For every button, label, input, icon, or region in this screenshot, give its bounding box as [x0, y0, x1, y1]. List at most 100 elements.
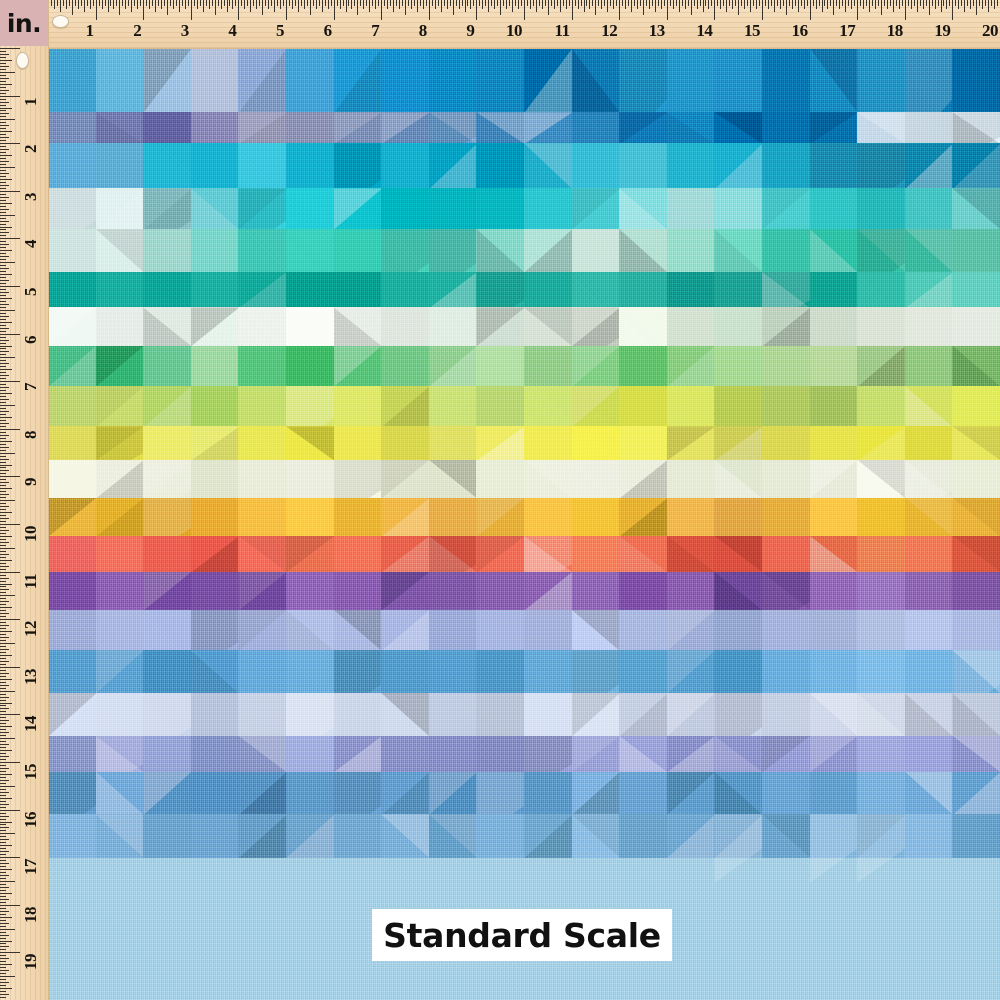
- mosaic-cell: [476, 814, 525, 859]
- mosaic-cell: [238, 459, 287, 499]
- ruler-tick: [583, 0, 585, 12]
- ruler-tick: [494, 0, 496, 9]
- ruler-tick: [0, 345, 12, 347]
- ruler-tick: [0, 92, 6, 94]
- ruler-tick: [0, 348, 6, 350]
- ruler-tick: [0, 791, 9, 793]
- ruler-tick: [333, 0, 335, 20]
- ruler-tick: [0, 845, 12, 847]
- fabric-swatch-preview: Standard Scale 1 2 3 4 5 6 7 8 9 10 11 12 13 14 15 16 17…: [0, 0, 1000, 1000]
- mosaic-cell: [714, 497, 763, 537]
- ruler-tick: [645, 0, 647, 6]
- ruler-tick: [265, 0, 267, 6]
- ruler-tick: [693, 0, 695, 6]
- ruler-tick: [0, 824, 6, 826]
- ruler-tick: [0, 452, 15, 454]
- scale-label-text: Standard Scale: [383, 915, 661, 955]
- ruler-tick: [550, 0, 552, 6]
- ruler-tick: [0, 277, 6, 279]
- ruler-tick: [375, 0, 377, 9]
- ruler-tick: [0, 622, 6, 624]
- mosaic-cell: [48, 535, 97, 573]
- ruler-number: 6: [323, 21, 333, 40]
- ruler-tick: [0, 312, 6, 314]
- ruler-tick: [562, 0, 564, 6]
- mosaic-cell: [238, 345, 287, 387]
- ruler-tick: [244, 0, 246, 9]
- ruler-tick: [342, 0, 344, 6]
- ruler-tick: [0, 336, 6, 338]
- ruler-tick: [193, 0, 195, 6]
- ruler-tick: [607, 0, 609, 12]
- mosaic-cell: [904, 426, 954, 461]
- ruler-tick: [0, 714, 20, 716]
- ruler-tick: [65, 0, 67, 9]
- mosaic-cell: [904, 650, 954, 694]
- ruler-tick: [580, 0, 582, 6]
- ruler-tick: [348, 0, 350, 6]
- ruler-tick: [836, 0, 838, 6]
- ruler-tick: [681, 0, 683, 6]
- ruler-tick: [0, 690, 15, 692]
- ruler-tick: [881, 0, 882, 15]
- ruler-number: 7: [371, 21, 380, 40]
- ruler-tick: [0, 464, 12, 466]
- mosaic-cell: [762, 228, 811, 273]
- ruler-tick: [0, 113, 9, 115]
- mosaic-cell: [857, 735, 906, 773]
- ruler-tick: [0, 869, 12, 871]
- ruler-tick: [0, 422, 9, 424]
- ruler-tick: [866, 0, 868, 6]
- ruler-number: 11: [554, 21, 571, 40]
- ruler-tick: [0, 196, 9, 198]
- ruler-tick: [113, 0, 115, 9]
- ruler-tick: [952, 0, 954, 20]
- ruler-tick: [979, 0, 981, 6]
- ruler-tick: [0, 369, 12, 371]
- ruler-tick: [0, 717, 6, 719]
- mosaic-cell: [333, 426, 383, 461]
- mosaic-cell: [952, 271, 1000, 309]
- mosaic-cell: [619, 609, 668, 652]
- ruler-tick: [895, 0, 897, 6]
- ruler-tick: [0, 247, 6, 249]
- ruler-tick: [0, 872, 6, 874]
- ruler-tick: [0, 913, 6, 915]
- mosaic-cell: [714, 188, 763, 230]
- ruler-tick: [0, 892, 12, 894]
- ruler-tick: [119, 0, 121, 15]
- ruler-tick: [0, 940, 12, 942]
- mosaic-cell: [286, 345, 335, 387]
- mosaic-cell: [524, 271, 573, 309]
- mosaic-cell: [190, 771, 240, 816]
- ruler-tick: [0, 190, 20, 192]
- ruler-tick: [363, 0, 365, 9]
- ruler-tick: [217, 0, 219, 6]
- ruler-tick: [336, 0, 338, 6]
- ruler-tick: [0, 149, 9, 151]
- ruler-tick: [976, 0, 978, 15]
- mosaic-cell: [286, 188, 335, 230]
- mosaic-cell: [666, 143, 716, 190]
- ruler-tick: [797, 0, 799, 12]
- ruler-tick: [0, 140, 6, 142]
- ruler-number: 2: [21, 145, 40, 154]
- mosaic-cell: [143, 143, 192, 190]
- ruler-tick: [437, 0, 439, 6]
- ruler-tick: [0, 381, 20, 383]
- ruler-number: 4: [228, 21, 237, 40]
- ruler-number: 8: [418, 21, 428, 40]
- ruler-tick: [0, 904, 20, 906]
- ruler-tick: [62, 0, 64, 6]
- ruler-tick: [913, 0, 915, 6]
- ruler-tick: [345, 0, 347, 12]
- mosaic-cell: [476, 650, 525, 694]
- ruler-tick: [485, 0, 487, 6]
- ruler-tick: [0, 568, 6, 570]
- ruler-tick: [125, 0, 127, 9]
- mosaic-cell: [286, 497, 335, 537]
- ruler-tick: [503, 0, 505, 6]
- ruler-tick: [851, 0, 853, 9]
- ruler-tick: [0, 857, 20, 859]
- mosaic-cell: [190, 345, 240, 387]
